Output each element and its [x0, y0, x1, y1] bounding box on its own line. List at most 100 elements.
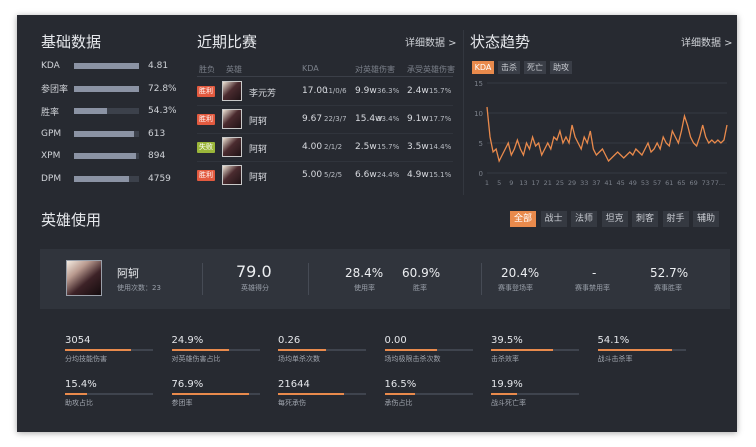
- hero-metric-bar-fill: [384, 349, 438, 351]
- dashboard-panel: 基础数据 KDA 4.81 参团率 72.8% 胜率 54.3% GPM 613 XPM 894 D…: [17, 15, 737, 432]
- hero-type-tab[interactable]: 辅助: [693, 211, 719, 227]
- match-damage-pct: 24.4%: [377, 171, 400, 179]
- match-row[interactable]: 失败 阿轲 4.00 2/1/2 2.5w 15.7% 3.5w 14.4%: [197, 135, 453, 162]
- recent-more-link[interactable]: 详细数据 >: [405, 34, 457, 49]
- hero-metric-bar: [384, 393, 473, 395]
- hero-metric-value: 15.4%: [65, 379, 97, 390]
- hero-metric-bar-fill: [491, 393, 518, 395]
- basic-stats-title: 基础数据: [41, 33, 102, 51]
- hero-metric-bar: [384, 349, 473, 351]
- match-damage-pct: 36.3%: [377, 87, 400, 95]
- trend-tab[interactable]: KDA: [472, 61, 494, 74]
- hero-metric-value: 3054: [65, 335, 91, 346]
- hero-metric-bar-fill: [171, 349, 229, 351]
- chart-xtick-label: 53: [641, 179, 649, 187]
- hero-metric-bar: [278, 349, 366, 351]
- trend-tab[interactable]: 击杀: [498, 61, 520, 74]
- hero-score-label: 英雄得分: [241, 284, 269, 292]
- match-kda: 5.00: [302, 170, 323, 180]
- hero-type-tab[interactable]: 坦克: [601, 211, 628, 227]
- hero-type-tab[interactable]: 战士: [540, 211, 567, 227]
- basic-stat-label: XPM: [41, 151, 61, 161]
- use-rate: 28.4%: [345, 266, 384, 280]
- basic-stat-bar: [74, 175, 139, 182]
- trend-more-link[interactable]: 详细数据 >: [681, 34, 733, 49]
- chart-xtick-label: 17: [531, 179, 539, 187]
- hero-metric-bar: [491, 393, 579, 395]
- match-row[interactable]: 胜利 阿轲 9.67 22/3/7 15.4w 33.4% 9.1w 17.7%: [197, 107, 453, 134]
- hero-metric: 21644 每死承伤: [278, 379, 366, 407]
- basic-stat-label: 参团率: [41, 85, 69, 95]
- hero-score: 79.0: [236, 262, 272, 281]
- match-result-badge: 胜利: [197, 86, 215, 97]
- event-appear-label: 赛事登场率: [498, 284, 533, 292]
- basic-stat-label: DPM: [41, 173, 62, 184]
- hero-metric-bar-fill: [65, 349, 131, 351]
- hero-metric-label: 助攻占比: [65, 399, 93, 407]
- trend-tab[interactable]: 死亡: [524, 61, 546, 74]
- match-row[interactable]: 胜利 阿轲 5.00 5/2/5 6.6w 24.4% 4.9w 15.1%: [197, 163, 453, 187]
- match-damage: 2.5w: [355, 142, 377, 152]
- trend-tab[interactable]: 助攻: [550, 61, 572, 74]
- basic-stat-row: GPM 613: [41, 127, 165, 141]
- hero-metric-bar: [65, 349, 153, 351]
- header-divider: [197, 76, 453, 77]
- hero-type-tab[interactable]: 全部: [510, 211, 536, 227]
- match-kda: 4.00: [302, 142, 323, 152]
- basic-stat-bar-fill: [74, 153, 136, 159]
- match-damage-pct: 15.7%: [377, 143, 400, 151]
- hero-metric-value: 0.26: [278, 335, 301, 346]
- match-kda-detail: 22/3/7: [324, 115, 347, 123]
- hero-type-tab[interactable]: 射手: [662, 211, 689, 227]
- basic-stat-row: 参团率 72.8%: [41, 82, 177, 96]
- event-ban-rate: -: [592, 266, 597, 280]
- card-divider: [481, 263, 482, 295]
- match-row[interactable]: 胜利 李元芳 17.00 11/0/6 9.9w 36.3% 2.4w 15.7%: [197, 79, 453, 106]
- event-ban-label: 赛事禁用率: [575, 284, 610, 292]
- hero-metric-label: 击杀效率: [491, 355, 519, 363]
- chart-xtick-label: 21: [544, 179, 552, 187]
- trend-line-chart: 1510501 5 9 13 17 21 25 29 33 37 41 45 49 53 57 61 65 69 7…: [474, 80, 728, 187]
- basic-stat-row: XPM 894: [41, 149, 165, 163]
- match-taken: 4.9w: [407, 170, 429, 180]
- match-damage: 6.6w: [355, 170, 377, 180]
- basic-stat-value: 894: [148, 151, 166, 161]
- chart-xtick-label: 41: [604, 179, 612, 187]
- hero-metric: 16.5% 承伤占比: [384, 379, 473, 407]
- trend-title: 状态趋势: [470, 33, 531, 51]
- basic-stat-bar: [74, 130, 139, 137]
- hero-metric-value: 54.1%: [597, 335, 630, 346]
- hero-type-tab[interactable]: 刺客: [632, 211, 658, 227]
- hero-metric-bar: [278, 393, 366, 395]
- hero-metric-label: 分均技能伤害: [65, 355, 107, 363]
- match-hero-name: 阿轲: [249, 173, 268, 183]
- match-result-badge: 胜利: [197, 114, 215, 125]
- match-kda-detail: 11/0/6: [324, 87, 347, 95]
- hero-type-tab[interactable]: 法师: [571, 211, 597, 227]
- chart-xtick-label: 45: [617, 179, 625, 187]
- hero-avatar: [222, 81, 242, 101]
- match-kda: 9.67: [302, 114, 323, 124]
- hero-metric-label: 对英雄伤害占比: [171, 355, 221, 363]
- basic-stat-bar: [74, 63, 139, 69]
- card-divider: [308, 263, 309, 295]
- basic-stat-bar: [74, 153, 139, 159]
- basic-stat-bar-fill: [74, 63, 139, 69]
- basic-stat-value: 54.3%: [148, 106, 177, 116]
- hero-metric-bar-fill: [597, 349, 673, 351]
- row-divider: [197, 105, 453, 106]
- hero-metric-bar: [171, 393, 260, 395]
- hero-metric-label: 战斗击杀率: [597, 355, 633, 363]
- hero-metric: 24.9% 对英雄伤害占比: [171, 335, 260, 363]
- hero-metric: 3054 分均技能伤害: [65, 335, 153, 363]
- hero-metric-bar-fill: [278, 393, 344, 395]
- basic-stat-value: 4759: [148, 173, 171, 184]
- hero-metric-bar-fill: [384, 393, 416, 395]
- col-result: 胜负: [199, 65, 215, 74]
- hero-metric-value: 39.5%: [491, 335, 523, 346]
- match-kda-detail: 5/2/5: [324, 171, 343, 179]
- chart-xtick-label: 73: [702, 179, 710, 187]
- chart-ytick-label: 5: [479, 140, 483, 148]
- match-hero-name: 阿轲: [249, 145, 268, 155]
- hero-metric: 39.5% 击杀效率: [491, 335, 579, 363]
